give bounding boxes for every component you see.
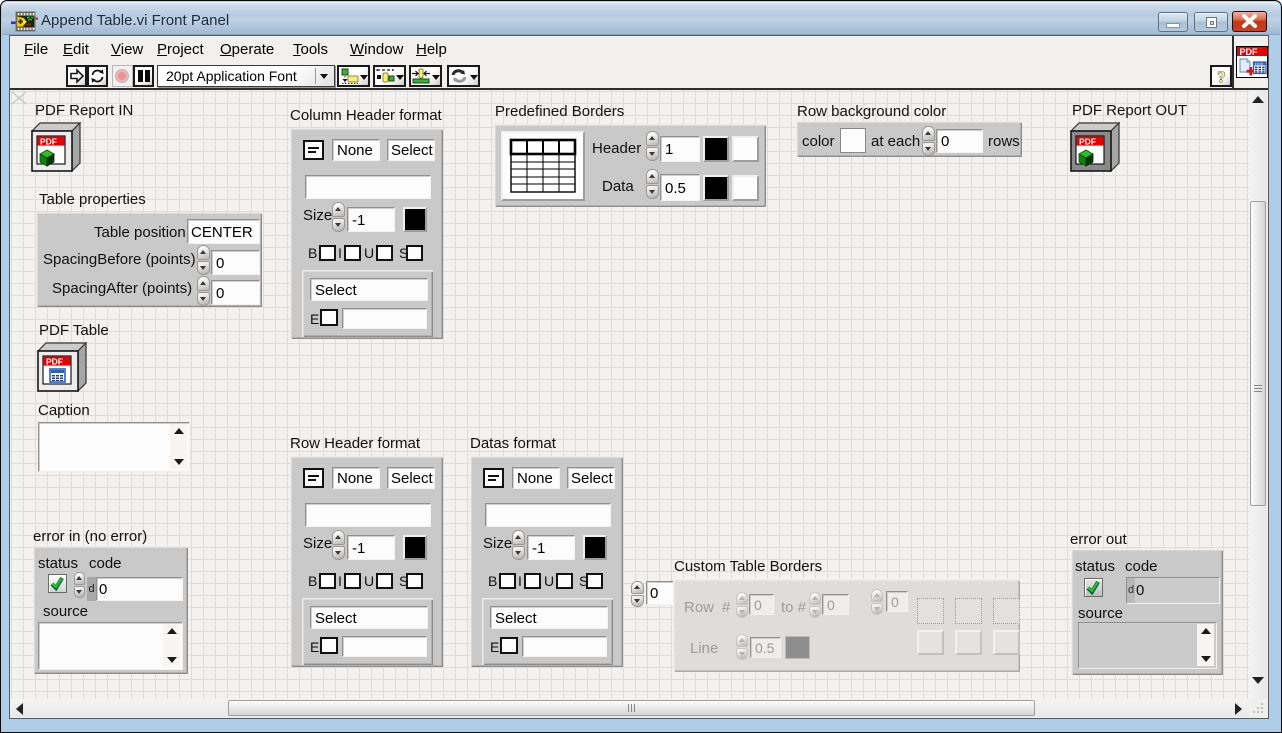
svg-text:PDF: PDF [1079, 137, 1096, 147]
svg-text:PDF: PDF [46, 357, 63, 367]
svg-text:PDF: PDF [40, 137, 57, 147]
svg-text:?: ? [1217, 68, 1226, 86]
svg-text:PDF: PDF [1240, 47, 1259, 57]
